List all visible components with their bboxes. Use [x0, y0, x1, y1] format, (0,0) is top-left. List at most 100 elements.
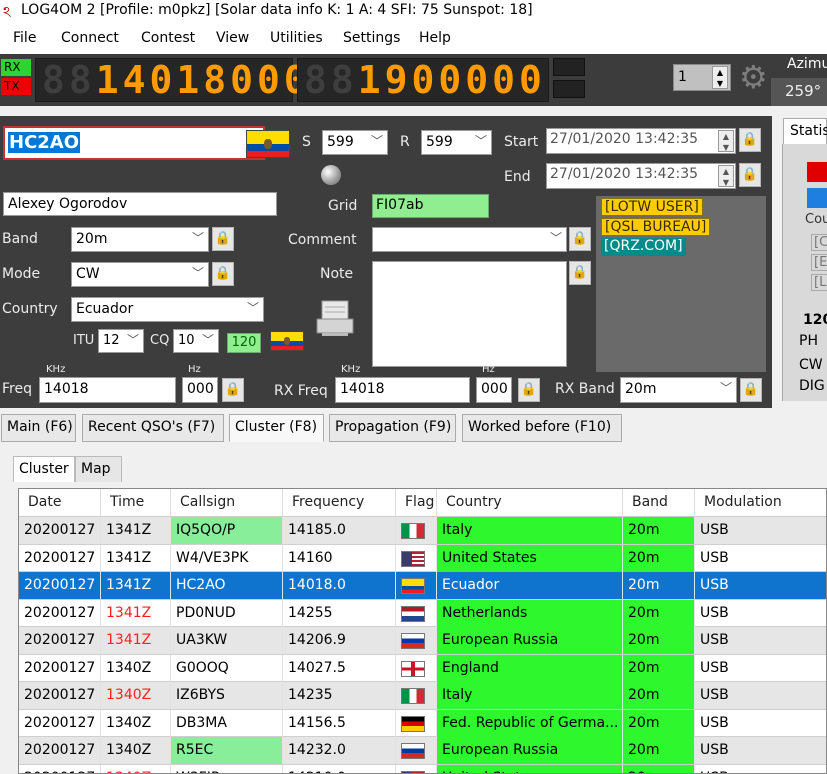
- cell-call: W3FIR: [171, 764, 283, 773]
- printer-icon[interactable]: [316, 299, 354, 337]
- end-spin-buttons[interactable]: ▲ ▼: [718, 165, 734, 187]
- grid-input[interactable]: FI07ab: [372, 194, 489, 218]
- menu-settings[interactable]: Settings: [343, 30, 400, 46]
- comment-select[interactable]: ﹀: [372, 227, 567, 252]
- column-header-country[interactable]: Country: [437, 489, 623, 517]
- note-textarea[interactable]: [372, 261, 567, 367]
- column-header-modulation[interactable]: Modulation: [695, 489, 826, 517]
- table-row[interactable]: 20200127 1341Z W4/VE3PK 14160 United States 2…: [19, 544, 826, 572]
- rxfreq-hz-unit: Hz: [482, 364, 495, 375]
- end-datetime[interactable]: 27/01/2020 13:42:35 ▲ ▼: [546, 163, 736, 189]
- rig-spin-buttons[interactable]: ▲ ▼: [712, 66, 728, 89]
- tab-propagation[interactable]: Propagation (F9): [329, 414, 456, 442]
- vfo-b-display[interactable]: 881900000: [297, 58, 549, 102]
- column-header-flag[interactable]: Flag: [396, 489, 437, 517]
- menu-connect[interactable]: Connect: [61, 30, 119, 46]
- rxfreq-khz-input[interactable]: 14018: [335, 377, 470, 403]
- cell-country: United States: [437, 764, 623, 773]
- freq-hz-input[interactable]: 000: [182, 377, 218, 403]
- tab-worked-before[interactable]: Worked before (F10): [462, 414, 622, 442]
- menu-utilities[interactable]: Utilities: [270, 30, 323, 46]
- rxfreq-hz-input[interactable]: 000: [476, 377, 512, 403]
- rst-recv-select[interactable]: 599 ﹀: [421, 130, 492, 155]
- table-row[interactable]: 20200127 1340Z R5EC 14232.0 European Russia 2…: [19, 737, 826, 765]
- chevron-down-icon: ﹀: [370, 134, 383, 148]
- menu-help[interactable]: Help: [419, 30, 451, 46]
- vfo-a-display[interactable]: 8814018000: [35, 58, 307, 102]
- stat-dig: DIG: [799, 378, 825, 394]
- band-lock-icon[interactable]: 🔒: [212, 227, 234, 251]
- table-row[interactable]: 20200127 1340Z DB3MA 14156.5 Fed. Republic o…: [19, 709, 826, 737]
- itu-select[interactable]: 12 ﹀: [98, 329, 144, 353]
- table-row[interactable]: 20200127 1341Z IQ5QO/P 14185.0 Italy 20m USB: [19, 517, 826, 545]
- cell-country: England: [437, 654, 623, 682]
- column-header-band[interactable]: Band: [623, 489, 695, 517]
- cell-band: 20m: [623, 599, 695, 627]
- start-spin-buttons[interactable]: ▲ ▼: [718, 130, 734, 152]
- start-lock-icon[interactable]: 🔒: [739, 128, 761, 152]
- cell-mode: USB: [695, 655, 826, 682]
- it-flag-icon: [401, 688, 425, 704]
- stat-color-red: [807, 162, 827, 182]
- cell-freq: 14156.5: [283, 709, 396, 737]
- rxfreq-label: RX Freq: [274, 383, 328, 399]
- freq-khz-input[interactable]: 14018: [39, 377, 176, 403]
- band-value: 20m: [76, 231, 108, 247]
- gear-icon[interactable]: ⚙: [739, 58, 768, 96]
- start-datetime[interactable]: 27/01/2020 13:42:35 ▲ ▼: [546, 128, 736, 154]
- rxband-select[interactable]: 20m ﹀: [620, 377, 737, 403]
- name-input[interactable]: Alexey Ogorodov: [3, 192, 277, 216]
- table-row[interactable]: 20200127 1340Z G0OOQ 14027.5 England 20m USB: [19, 654, 826, 682]
- tab-statistics[interactable]: Statis: [783, 118, 827, 144]
- column-header-frequency[interactable]: Frequency: [283, 489, 396, 517]
- status-led-icon: [321, 165, 341, 185]
- de-flag-icon: [401, 715, 425, 732]
- menu-file[interactable]: File: [13, 30, 36, 46]
- rxband-lock-icon[interactable]: 🔒: [740, 378, 762, 402]
- cell-flag: [396, 627, 437, 654]
- table-row[interactable]: 202001271340ZW3FIR14210.0 United States20…: [19, 764, 826, 773]
- cell-flag: [396, 544, 437, 572]
- freq-khz-value: 14018: [44, 381, 89, 397]
- stat-row-1: [C: [811, 234, 827, 251]
- table-row[interactable]: 20200127 1341Z HC2AO 14018.0 Ecuador 20m USB: [19, 572, 826, 600]
- comment-lock-icon[interactable]: 🔒: [569, 227, 591, 251]
- start-datetime-value: 27/01/2020 13:42:35: [550, 131, 699, 147]
- title-bar: ঽ LOG4OM 2 [Profile: m0pkz] [Solar data …: [0, 0, 827, 24]
- note-lock-icon[interactable]: 🔒: [569, 261, 591, 285]
- cell-date: 20200127: [19, 654, 101, 682]
- rxfreq-hz-value: 000: [481, 381, 508, 397]
- cq-select[interactable]: 10 ﹀: [173, 329, 219, 353]
- ec-flag-icon: [401, 578, 425, 594]
- menu-view[interactable]: View: [216, 30, 249, 46]
- mode-select[interactable]: CW ﹀: [71, 262, 209, 287]
- subtab-cluster[interactable]: Cluster: [13, 456, 75, 482]
- ru-flag-icon: [401, 743, 425, 759]
- tab-main[interactable]: Main (F6): [1, 414, 76, 442]
- column-header-time[interactable]: Time: [101, 489, 171, 517]
- band-select[interactable]: 20m ﹀: [71, 227, 209, 252]
- freq-lock-icon[interactable]: 🔒: [222, 378, 244, 402]
- column-header-callsign[interactable]: Callsign: [171, 489, 283, 517]
- table-row[interactable]: 20200127 1341Z PD0NUD 14255 Netherlands 20m US…: [19, 599, 826, 627]
- cell-flag: [396, 572, 437, 599]
- subtab-map[interactable]: Map: [75, 456, 122, 482]
- rst-sent-select[interactable]: 599 ﹀: [322, 130, 388, 155]
- cell-date: 20200127: [19, 737, 101, 764]
- menu-contest[interactable]: Contest: [141, 30, 195, 46]
- mode-lock-icon[interactable]: 🔒: [212, 262, 234, 286]
- stat-cw: CW: [799, 357, 823, 373]
- table-row[interactable]: 20200127 1341Z UA3KW 14206.9 European Russia…: [19, 627, 826, 655]
- callsign-input[interactable]: HC2AO: [3, 126, 265, 160]
- tab-recent-qsos[interactable]: Recent QSO's (F7): [82, 414, 224, 442]
- country-select[interactable]: Ecuador ﹀: [71, 297, 264, 322]
- rxfreq-lock-icon[interactable]: 🔒: [518, 378, 540, 402]
- table-row[interactable]: 20200127 1340Z IZ6BYS 14235 Italy 20m USB: [19, 682, 826, 710]
- end-lock-icon[interactable]: 🔒: [739, 163, 761, 187]
- tab-cluster[interactable]: Cluster (F8): [229, 414, 324, 442]
- qrz-badge[interactable]: [QRZ.COM]: [601, 238, 686, 256]
- cell-time: 1340Z: [101, 764, 171, 773]
- cell-date: 20200127: [19, 682, 101, 709]
- rig-selector[interactable]: 1 ▲ ▼: [673, 64, 731, 91]
- column-header-date[interactable]: Date: [19, 489, 101, 517]
